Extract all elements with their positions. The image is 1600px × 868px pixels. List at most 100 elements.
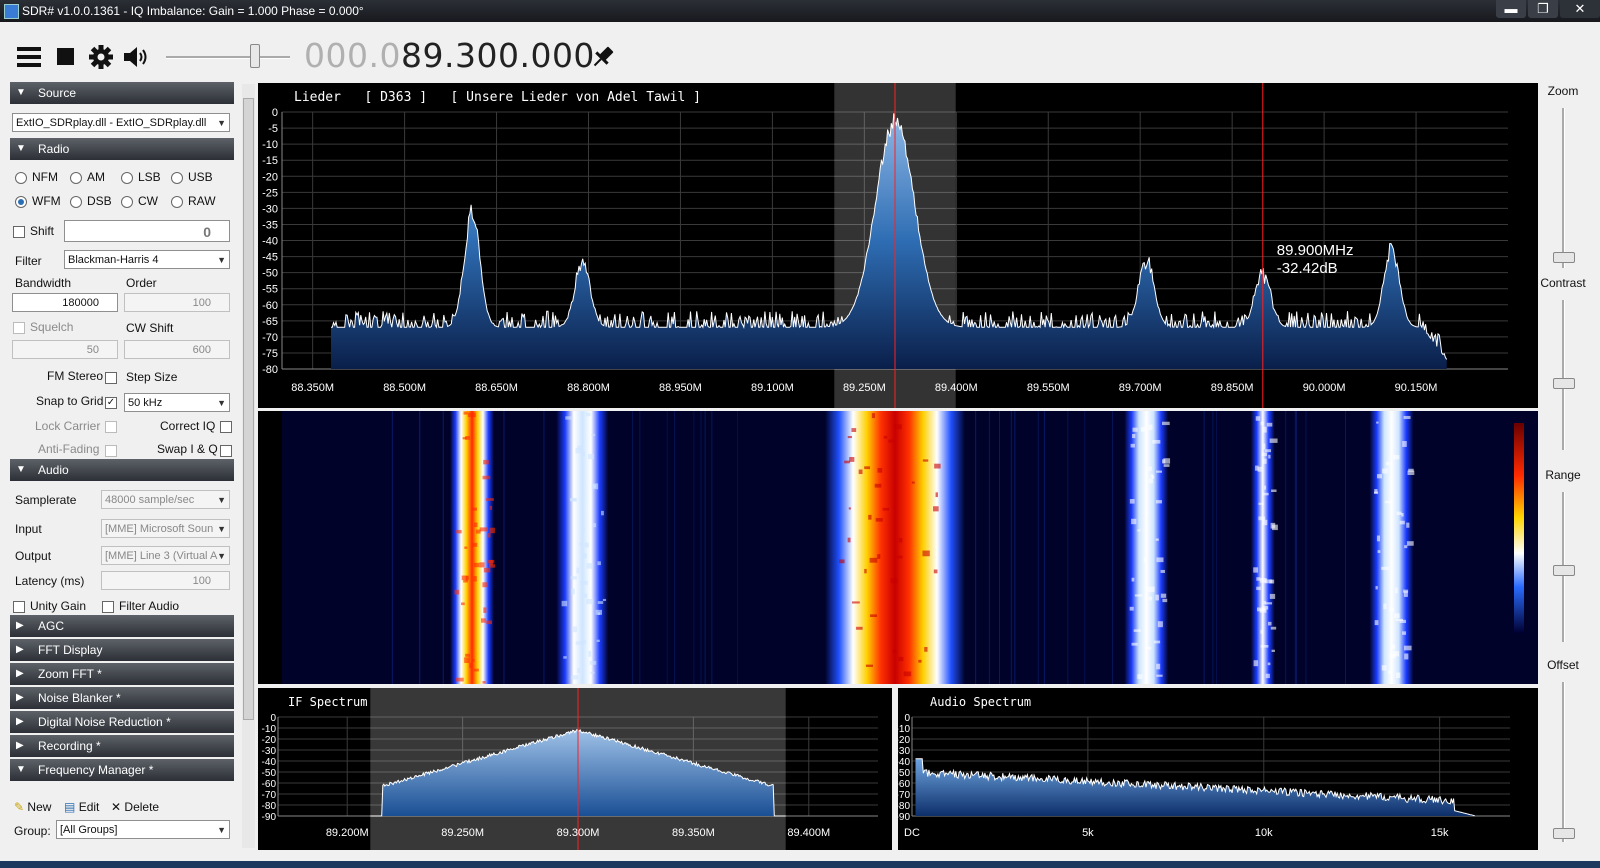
filter-select[interactable]: Blackman-Harris 4 ▼: [64, 250, 230, 269]
delete-label: Delete: [124, 800, 160, 814]
waterfall-band-89710-streak: [1162, 598, 1168, 603]
waterfall-band-88790-streak: [573, 626, 578, 633]
offset-slider[interactable]: [1562, 682, 1565, 842]
contrast-slider-thumb[interactable]: [1553, 378, 1575, 389]
audio-input-select[interactable]: [MME] Microsoft Soun ▼: [101, 519, 230, 538]
speaker-icon[interactable]: [122, 44, 148, 70]
shift-checkbox[interactable]: [13, 226, 25, 238]
source-select[interactable]: ExtIO_SDRplay.dll - ExtIO_SDRplay.dll ▼: [12, 113, 230, 132]
stop-icon[interactable]: [55, 46, 81, 72]
waterfall-band-89300-streak: [882, 507, 890, 511]
waterfall-band-89900-streak: [1268, 454, 1271, 459]
frequency-display[interactable]: 000.089.300.000: [304, 36, 595, 75]
waterfall-plot[interactable]: [258, 411, 1538, 684]
swap-iq-label: Swap I & Q: [157, 442, 218, 456]
mode-radio-lsb[interactable]: [121, 172, 133, 184]
waterfall-band-89900-streak: [1267, 621, 1272, 626]
filter-audio-checkbox[interactable]: [102, 601, 114, 613]
spectrum-plot[interactable]: 0 -5 -10 -15 -20 -25 -30 -35 -40 -45 -50 -55 -60 -65 -…: [258, 83, 1538, 408]
waterfall-band-88790-streak: [561, 600, 568, 607]
frequency-tick-label: 89.550M: [1027, 382, 1070, 394]
fm-stereo-checkbox[interactable]: [105, 372, 117, 384]
waterfall-band-88790-streak: [565, 416, 572, 420]
db-tick-label: -10: [898, 724, 910, 735]
fm-delete-button[interactable]: ✕ Delete: [111, 800, 159, 814]
waterfall-band-88790-streak: [563, 656, 567, 659]
range-slider-thumb[interactable]: [1553, 565, 1575, 576]
latency-input[interactable]: 100: [101, 571, 230, 590]
maximize-button[interactable]: ❐: [1528, 0, 1558, 18]
samplerate-select[interactable]: 48000 sample/sec ▼: [101, 490, 230, 509]
minimize-button[interactable]: ▬: [1496, 0, 1526, 18]
fm-edit-button[interactable]: ▤ Edit: [64, 800, 99, 814]
edit-label: Edit: [78, 800, 100, 814]
audio-spectrum-title: Audio Spectrum: [930, 695, 1031, 709]
mode-radio-am[interactable]: [70, 172, 82, 184]
waterfall-noise-line: [1043, 411, 1045, 684]
mode-radio-nfm[interactable]: [15, 172, 27, 184]
snap-to-grid-checkbox[interactable]: ✓: [105, 397, 117, 409]
section-label: Radio: [38, 142, 70, 156]
section-digital-noise-reduction[interactable]: ▶ Digital Noise Reduction *: [10, 711, 234, 733]
mode-radio-wfm[interactable]: [15, 196, 27, 208]
waterfall-band-88610-streak: [472, 542, 478, 547]
section-fft-display[interactable]: ▶ FFT Display: [10, 639, 234, 661]
offset-slider-thumb[interactable]: [1553, 828, 1575, 839]
zoom-slider[interactable]: [1562, 108, 1565, 268]
scrollbar-thumb[interactable]: [243, 98, 254, 720]
waterfall-noise-line: [700, 411, 702, 684]
menu-icon[interactable]: [16, 44, 42, 70]
section-recording[interactable]: ▶ Recording *: [10, 735, 234, 757]
order-input[interactable]: 100: [124, 293, 230, 312]
db-tick-label: -10: [262, 724, 277, 735]
fm-new-button[interactable]: ✎ New: [14, 800, 51, 814]
waterfall-band-90110-streak: [1404, 545, 1408, 549]
left-panel-scrollbar[interactable]: [242, 84, 255, 848]
squelch-input[interactable]: 50: [12, 340, 118, 359]
cw-shift-input[interactable]: 600: [124, 340, 230, 359]
waterfall-band-88610-streak: [465, 436, 470, 440]
frequency-leading-digits[interactable]: 000.0: [304, 36, 401, 75]
swap-iq-checkbox[interactable]: [220, 445, 232, 457]
db-tick-label: -10: [262, 139, 278, 151]
step-size-select[interactable]: 50 kHz ▼: [124, 393, 230, 412]
lock-carrier-checkbox[interactable]: [105, 421, 117, 433]
section-agc[interactable]: ▶ AGC: [10, 615, 234, 637]
if-spectrum-panel[interactable]: 0 -10 -20 -30 -40 -50 -60 -70 -80 -90 89.200M 89.2…: [258, 688, 892, 850]
section-frequency-manager[interactable]: ▼ Frequency Manager *: [10, 759, 234, 781]
gear-icon[interactable]: [88, 44, 114, 70]
section-zoom-fft[interactable]: ▶ Zoom FFT *: [10, 663, 234, 685]
section-radio[interactable]: ▼ Radio: [10, 138, 234, 160]
squelch-checkbox[interactable]: [13, 322, 25, 334]
db-tick-label: -90: [262, 812, 277, 823]
pin-icon[interactable]: [590, 44, 616, 70]
audio-spectrum-panel[interactable]: 0-10-20-30-40-50-60-70-80-90 DC5k10k15k …: [898, 688, 1538, 850]
shift-input[interactable]: 0: [64, 220, 230, 242]
waterfall-band-89710-streak: [1160, 569, 1166, 573]
waterfall-band-89710-streak: [1155, 500, 1162, 504]
waterfall-band-88790-streak: [576, 567, 580, 574]
group-select[interactable]: [All Groups] ▼: [56, 820, 230, 839]
contrast-slider[interactable]: [1562, 300, 1565, 450]
volume-slider[interactable]: [166, 56, 290, 59]
frequency-digits[interactable]: 89.300.000: [401, 36, 595, 75]
waterfall-band-89900-streak: [1263, 443, 1266, 450]
bandwidth-input[interactable]: 180000: [12, 293, 118, 312]
waterfall-noise-line: [1014, 411, 1016, 684]
waterfall-panel[interactable]: [258, 411, 1538, 684]
mode-radio-cw[interactable]: [121, 196, 133, 208]
volume-slider-thumb[interactable]: [250, 44, 260, 68]
mode-radio-raw[interactable]: [171, 196, 183, 208]
mode-radio-dsb[interactable]: [70, 196, 82, 208]
anti-fading-checkbox[interactable]: [105, 445, 117, 457]
section-audio[interactable]: ▼ Audio: [10, 459, 234, 481]
section-noise-blanker[interactable]: ▶ Noise Blanker *: [10, 687, 234, 709]
correct-iq-checkbox[interactable]: [220, 421, 232, 433]
mode-radio-usb[interactable]: [171, 172, 183, 184]
section-source[interactable]: ▼ Source: [10, 82, 234, 104]
spectrum-panel[interactable]: 0 -5 -10 -15 -20 -25 -30 -35 -40 -45 -50 -55 -60 -65 -…: [258, 83, 1538, 408]
unity-gain-checkbox[interactable]: [13, 601, 25, 613]
audio-output-select[interactable]: [MME] Line 3 (Virtual A ▼: [101, 546, 230, 565]
zoom-slider-thumb[interactable]: [1553, 252, 1575, 263]
close-button[interactable]: ✕: [1560, 0, 1600, 18]
